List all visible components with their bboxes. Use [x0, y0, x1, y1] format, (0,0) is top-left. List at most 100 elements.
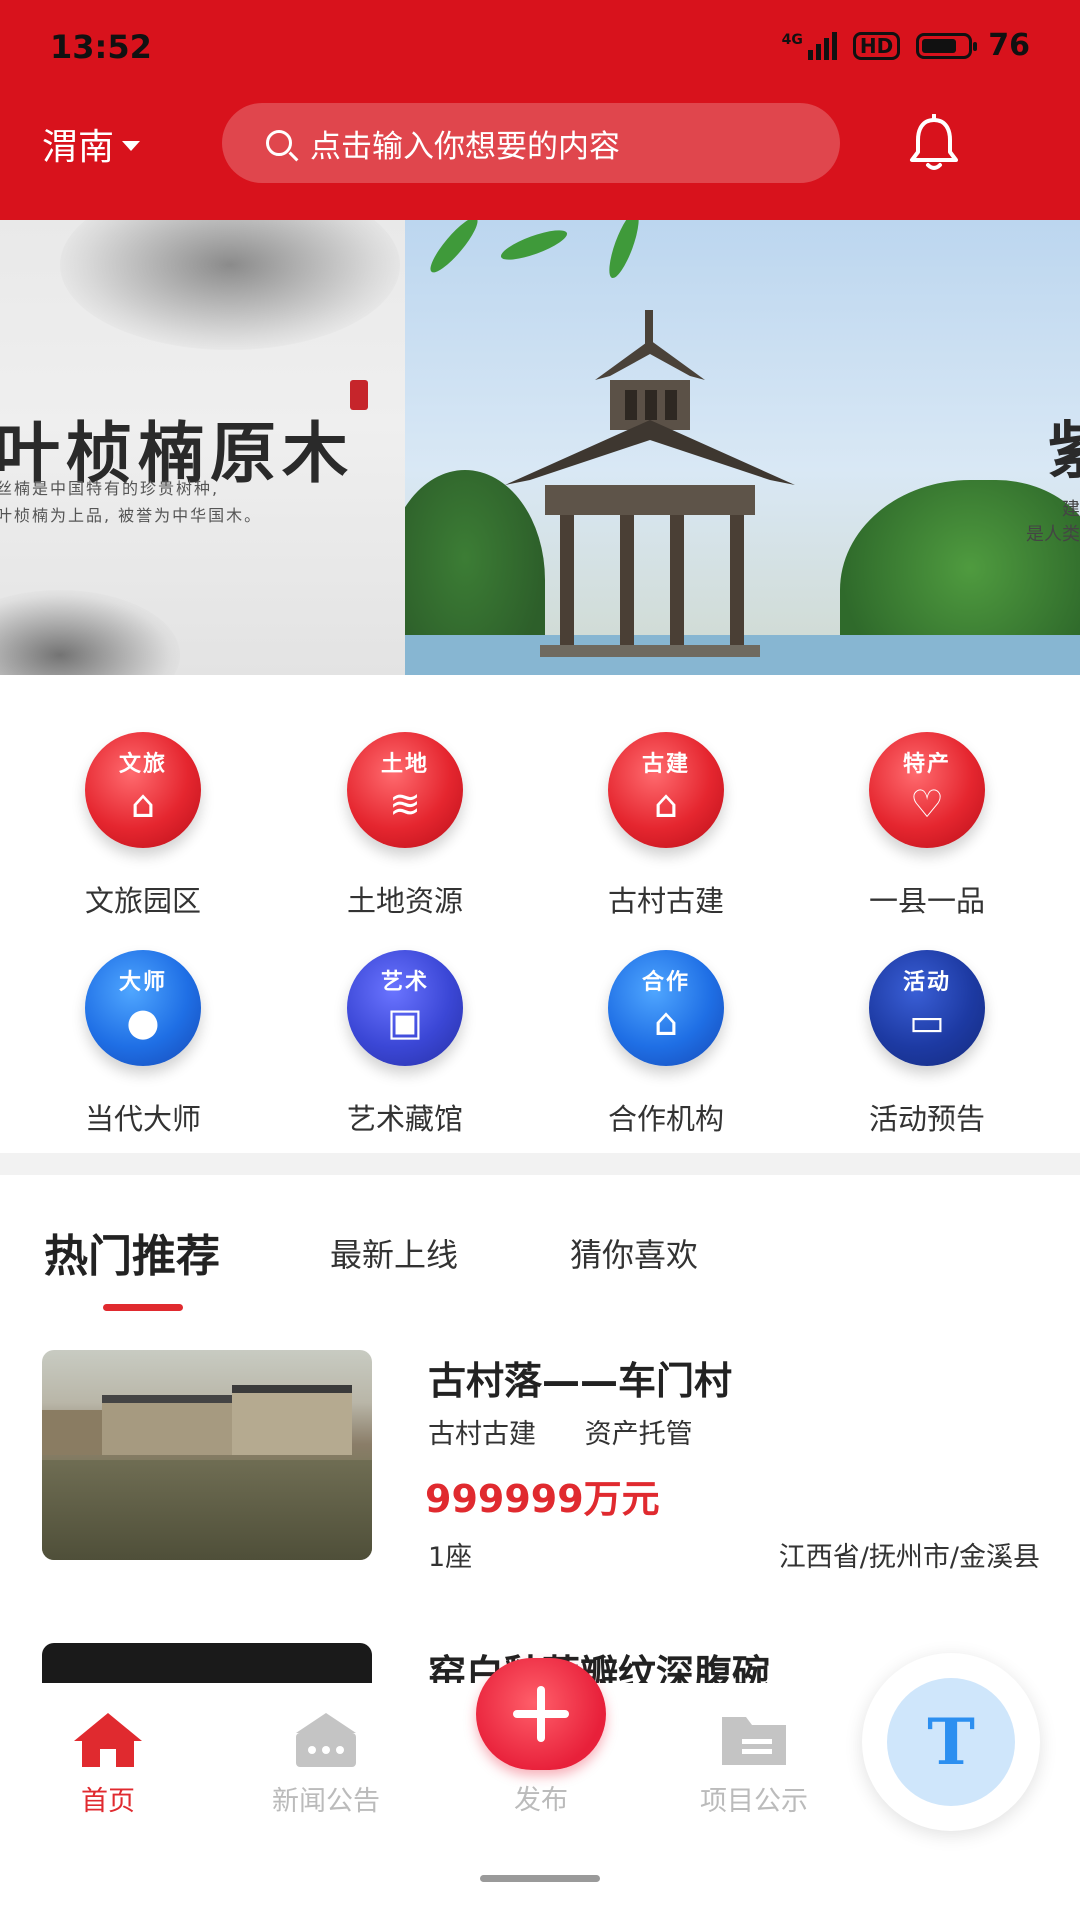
art-icon: 艺术 ▣	[347, 950, 463, 1066]
nav-home[interactable]: 首页	[8, 1709, 208, 1818]
category-label: 文旅园区	[84, 884, 201, 918]
banner-left-subtitle-2: 叶桢楠为上品, 被誉为中华国木。	[0, 506, 263, 525]
news-icon	[296, 1713, 356, 1767]
bamboo-leaf-decoration	[498, 224, 570, 266]
master-icon: 大师 ●	[85, 950, 201, 1066]
active-tab-indicator	[103, 1304, 183, 1311]
banner-right-subtitle-1: 建	[1062, 499, 1080, 520]
status-icons: 4G HD 76	[782, 28, 1030, 63]
category-item-master[interactable]: 大师 ● 当代大师	[13, 950, 273, 1140]
floating-text-button[interactable]: T	[862, 1653, 1040, 1831]
art-glyph: ▣	[387, 1000, 423, 1044]
publish-label: 发布	[514, 1785, 568, 1816]
nav-projects[interactable]: 项目公示	[654, 1709, 854, 1818]
nav-label: 新闻公告	[272, 1786, 380, 1817]
home-indicator[interactable]	[480, 1875, 600, 1882]
listing-title: 窑白釉莲瓣纹深腹碗	[428, 1652, 771, 1683]
ink-wash-decoration	[60, 220, 400, 350]
banner-left-subtitle-1: 丝楠是中国特有的珍贵树种,	[0, 479, 220, 498]
listing-tag: 资产托管	[584, 1419, 693, 1450]
category-label: 古村古建	[607, 884, 724, 918]
banner-carousel[interactable]: 叶桢楠原木 丝楠是中国特有的珍贵树种, 叶桢楠为上品, 被誉为中华国木。 紫 建	[0, 220, 1080, 675]
listing-price: 999999万元	[425, 1477, 660, 1521]
seal-icon	[350, 380, 368, 410]
folder-icon	[722, 1717, 786, 1765]
event-icon: 活动 ▭	[869, 950, 985, 1066]
category-icon-tag: 合作	[641, 970, 690, 995]
category-label: 活动预告	[868, 1102, 985, 1136]
category-item-specialty[interactable]: 特产 ♡ 一县一品	[797, 732, 1057, 922]
category-label: 一县一品	[868, 884, 985, 918]
listing-tags: 古村古建 资产托管	[428, 1412, 733, 1451]
section-divider	[0, 1153, 1080, 1175]
category-grid: 文旅 ⌂ 文旅园区 土地 ≋ 土地资源 古建 ⌂ 古村古建 特产 ♡ 一县一品 …	[0, 700, 1080, 1145]
banner-right-subtitle-2: 是人类	[1026, 524, 1080, 545]
recommend-tabs: 热门推荐 最新上线 猜你喜欢	[0, 1220, 1080, 1311]
app-header: 13:52 4G HD 76 渭南 点击输入你想要的内容	[0, 0, 1080, 220]
category-label: 合作机构	[607, 1102, 724, 1136]
home-icon	[74, 1713, 142, 1767]
battery-percent: 76	[988, 28, 1030, 63]
pavilion-image	[505, 310, 795, 657]
ancient-building-glyph: ⌂	[653, 782, 679, 826]
category-label: 艺术藏馆	[346, 1102, 463, 1136]
category-icon-tag: 文旅	[118, 752, 167, 777]
city-name: 渭南	[42, 127, 115, 168]
category-label: 当代大师	[84, 1102, 201, 1136]
specialty-glyph: ♡	[909, 782, 945, 826]
cooperation-icon: 合作 ⌂	[608, 950, 724, 1066]
category-label: 土地资源	[346, 884, 463, 918]
category-icon-tag: 大师	[118, 970, 167, 995]
master-glyph: ●	[126, 1000, 160, 1044]
battery-icon	[916, 32, 978, 59]
event-glyph: ▭	[909, 1000, 945, 1044]
tab-guess[interactable]: 猜你喜欢	[570, 1230, 698, 1276]
tab-latest[interactable]: 最新上线	[330, 1230, 458, 1276]
listing-card[interactable]: 古村落——车门村 古村古建 资产托管 999999万元 1座 江西省/抚州市/金…	[0, 1350, 1080, 1580]
bamboo-leaf-decoration	[424, 220, 484, 278]
specialty-icon: 特产 ♡	[869, 732, 985, 848]
cultural-tourism-icon: 文旅 ⌂	[85, 732, 201, 848]
ink-wash-decoration	[0, 590, 180, 675]
land-icon: 土地 ≋	[347, 732, 463, 848]
category-item-ancient-building[interactable]: 古建 ⌂ 古村古建	[536, 732, 796, 922]
status-bar: 13:52 4G HD 76	[0, 22, 1080, 72]
hd-icon: HD	[852, 31, 901, 60]
city-selector[interactable]: 渭南	[42, 118, 141, 170]
listing-count: 1座	[428, 1542, 473, 1573]
search-bar[interactable]: 点击输入你想要的内容	[222, 103, 840, 183]
ancient-building-icon: 古建 ⌂	[608, 732, 724, 848]
status-time: 13:52	[50, 28, 152, 66]
listing-location: 江西省/抚州市/金溪县	[778, 1542, 1040, 1573]
search-placeholder: 点击输入你想要的内容	[310, 128, 620, 165]
category-icon-tag: 土地	[380, 752, 429, 777]
bamboo-leaf-decoration	[603, 220, 645, 281]
bell-icon[interactable]	[906, 114, 962, 172]
search-icon	[266, 130, 292, 156]
category-item-cooperation[interactable]: 合作 ⌂ 合作机构	[536, 950, 796, 1140]
listing-thumbnail	[42, 1350, 372, 1560]
banner-slide-right: 紫 建 是人类	[405, 220, 1080, 675]
category-item-art[interactable]: 艺术 ▣ 艺术藏馆	[275, 950, 535, 1140]
listing-thumbnail	[42, 1643, 372, 1683]
network-type: 4G	[781, 31, 803, 48]
category-item-land[interactable]: 土地 ≋ 土地资源	[275, 732, 535, 922]
category-item-event[interactable]: 活动 ▭ 活动预告	[797, 950, 1057, 1140]
cooperation-glyph: ⌂	[653, 1000, 679, 1044]
nav-label: 首页	[81, 1786, 135, 1817]
category-item-cultural-tourism[interactable]: 文旅 ⌂ 文旅园区	[13, 732, 273, 922]
caret-down-icon	[122, 141, 141, 151]
banner-slide-left: 叶桢楠原木 丝楠是中国特有的珍贵树种, 叶桢楠为上品, 被誉为中华国木。	[0, 220, 405, 675]
category-icon-tag: 活动	[902, 970, 951, 995]
nav-label: 项目公示	[700, 1786, 808, 1817]
listing-tag: 古村古建	[428, 1419, 536, 1450]
category-icon-tag: 艺术	[380, 970, 429, 995]
tab-hot[interactable]: 热门推荐	[44, 1220, 220, 1284]
text-tool-icon: T	[887, 1678, 1015, 1806]
publish-button[interactable]	[476, 1658, 606, 1770]
land-glyph: ≋	[389, 782, 421, 826]
signal-icon: 4G	[781, 31, 837, 60]
category-icon-tag: 特产	[902, 752, 951, 777]
cultural-tourism-glyph: ⌂	[130, 782, 156, 826]
nav-news[interactable]: 新闻公告	[226, 1709, 426, 1818]
